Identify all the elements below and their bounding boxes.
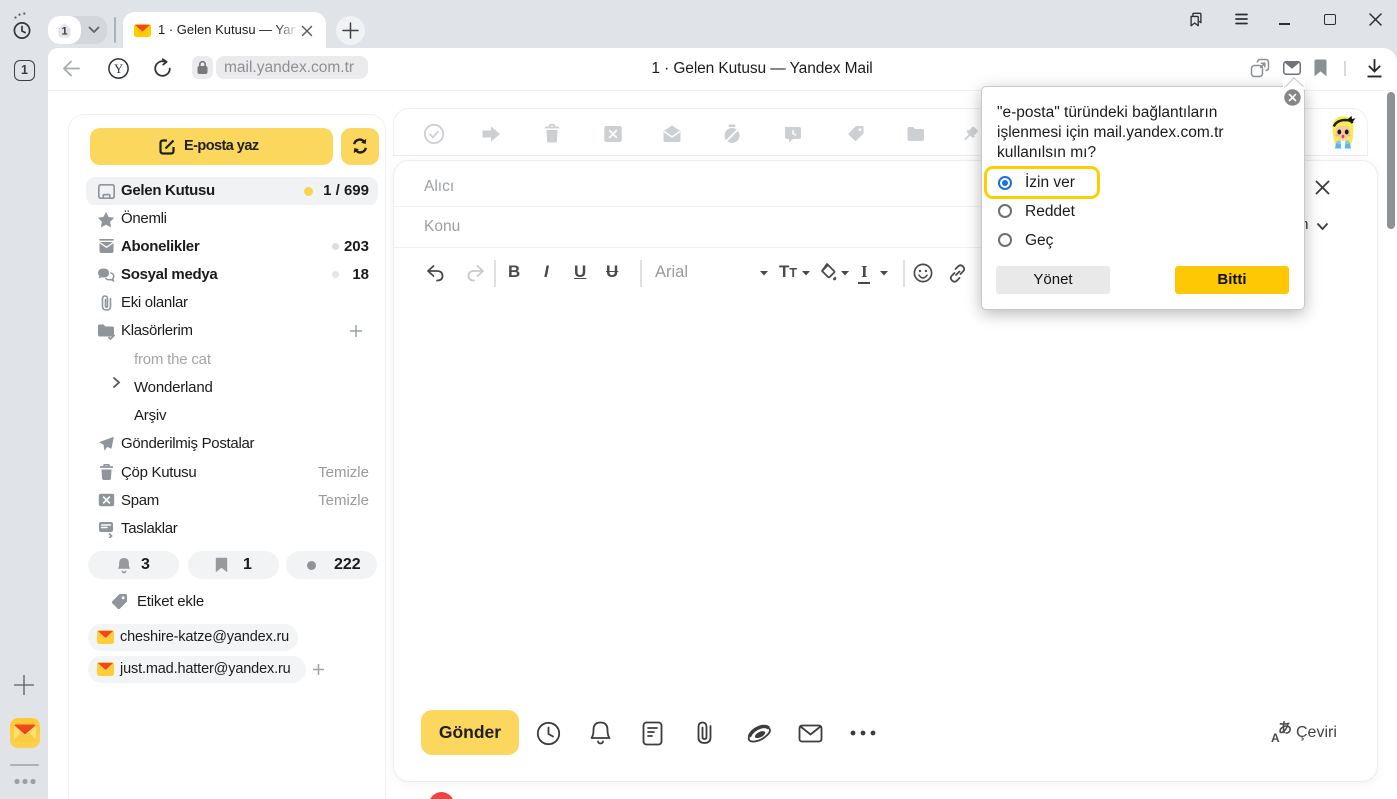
svg-text:1: 1 [61, 25, 67, 37]
svg-text:Y: Y [114, 62, 123, 76]
